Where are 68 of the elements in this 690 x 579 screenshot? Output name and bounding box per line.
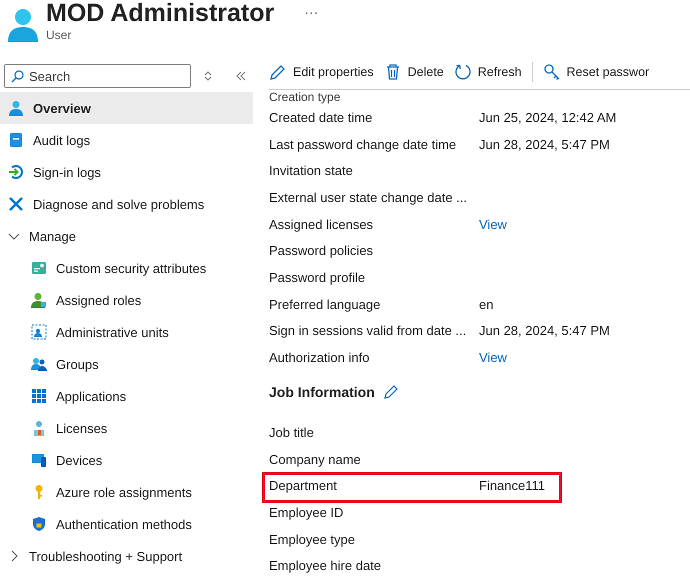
sidebar-item[interactable]: Azure role assignments [0,476,253,508]
sidebar-item[interactable]: Administrative units [0,316,253,348]
sidebar-item[interactable]: Devices [0,444,253,476]
shield-lock-icon [31,516,47,532]
user-icon [8,100,24,116]
pencil-icon [269,63,287,82]
sidebar-item[interactable]: Overview [0,92,253,124]
property-label: Invitation state [269,163,354,178]
property-label: External user state change date ... [269,190,468,206]
sidebar-item[interactable]: Licenses [0,412,253,444]
property-label: Employee hire date [269,558,382,574]
sidebar-group[interactable]: Manage [0,220,253,252]
user-icon [8,8,38,42]
property-label: Assigned licenses [269,216,374,232]
sidebar-item[interactable]: Audit logs [0,124,253,156]
property-label: Department [269,478,338,494]
group-icon [31,356,47,372]
property-label: Password policies [269,243,374,258]
sidebar-item[interactable]: Authentication methods [0,508,253,540]
property-value: Finance111 [479,478,546,494]
property-label: Employee type [269,532,356,547]
property-label: Company name [269,452,362,467]
key-icon [542,63,561,82]
pencil-icon[interactable] [382,384,399,400]
property-value: Jun 28, 2024, 5:47 PM [479,136,610,152]
property-value: Jun 25, 2024, 12:42 AM [479,110,616,126]
search-field[interactable]: Search [4,64,191,88]
sidebar-item[interactable]: Assigned roles [0,284,253,316]
sort-icon[interactable] [203,70,213,82]
collapse-icon[interactable] [235,70,247,82]
property-label: Last password change date time [269,136,458,152]
property-label: Created date time [269,110,374,126]
section-heading: Job Information [269,384,375,400]
tools-icon [8,196,24,212]
property-value: en [479,296,494,312]
card-icon [31,260,47,276]
search-icon [11,70,24,83]
property-label: Job title [269,425,315,440]
toolbar-button[interactable]: Reset passwor [542,63,650,82]
device-icon [31,452,47,468]
sidebar-item[interactable]: Applications [0,380,253,412]
more-button[interactable]: ··· [304,4,318,20]
property-label: Creation type [269,90,342,104]
sign-in-icon [8,164,24,180]
toolbar-button[interactable]: Refresh [454,63,522,82]
book-icon [8,132,24,148]
sidebar-item[interactable]: Groups [0,348,253,380]
property-label: Preferred language [269,296,382,312]
page-title: MOD Administrator [46,0,274,28]
view-link[interactable]: View [479,350,507,365]
sidebar-item[interactable]: Diagnose and solve problems [0,188,253,220]
license-icon [31,420,47,436]
user-frame-icon [31,324,47,340]
view-link[interactable]: View [479,216,507,232]
refresh-icon [454,63,472,82]
grid-icon [31,388,47,404]
property-value: Jun 28, 2024, 5:47 PM [479,323,610,338]
sidebar-group[interactable]: Troubleshooting + Support [0,540,253,572]
toolbar-button[interactable]: Delete [384,63,444,82]
sidebar-item[interactable]: Custom security attributes [0,252,253,284]
property-label: Employee ID [269,504,344,520]
toolbar-button[interactable]: Edit properties [269,63,374,82]
property-label: Authorization info [269,350,370,365]
property-label: Password profile [269,270,366,286]
property-label: Sign in sessions valid from date ... [269,323,468,338]
page-subtitle: User [46,28,72,42]
user-badge-icon [31,292,47,308]
sidebar-item[interactable]: Sign-in logs [0,156,253,188]
